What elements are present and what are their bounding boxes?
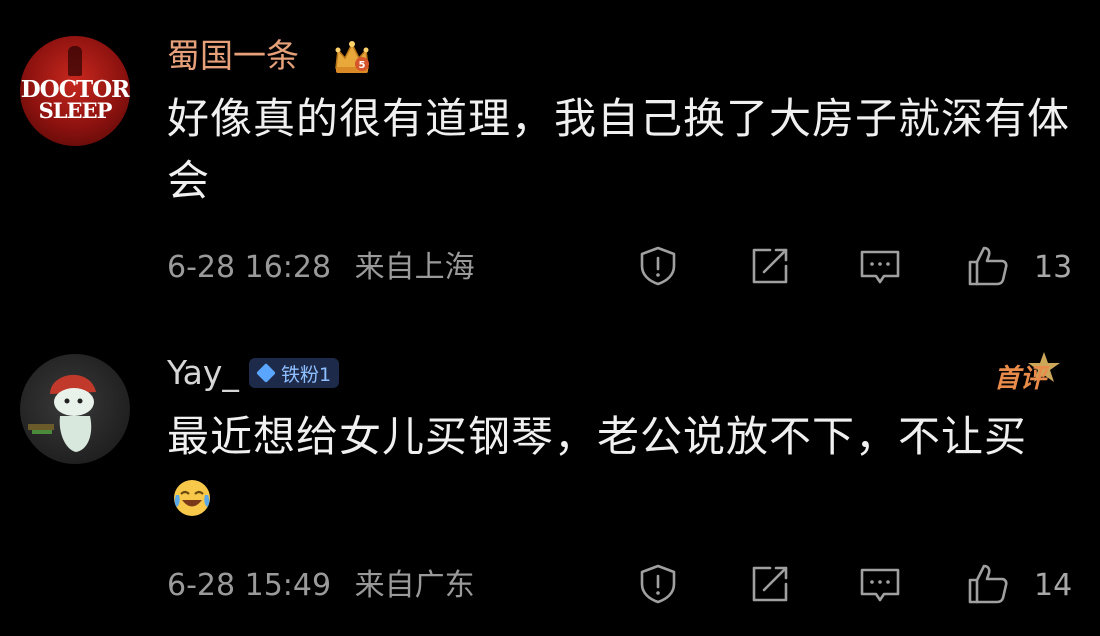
thumbs-up-icon[interactable] xyxy=(966,244,1010,288)
svg-text:5: 5 xyxy=(359,60,366,71)
comment-body: 好像真的很有道理，我自己换了大房子就深有体会 xyxy=(167,94,1071,205)
comment-location: 来自广东 xyxy=(354,568,475,603)
avatar[interactable] xyxy=(20,354,130,464)
username[interactable]: Yay_ xyxy=(167,353,239,393)
avatar-illustration xyxy=(28,374,96,452)
avatar-figure xyxy=(68,46,82,76)
comment-date: 6-28 16:28 xyxy=(167,250,332,285)
crying-laughing-emoji xyxy=(174,480,210,516)
comment-meta: 6-28 15:49 来自广东 xyxy=(167,566,475,606)
comment-item: Yay_ 铁粉1 首评 最近想给女儿买钢琴，老公说放不下，不让买 6-28 15… xyxy=(0,318,1100,636)
share-icon[interactable] xyxy=(748,562,792,606)
like-count: 13 xyxy=(1034,250,1073,285)
fan-badge-label: 铁粉1 xyxy=(281,363,332,386)
like-count: 14 xyxy=(1034,568,1073,603)
diamond-icon xyxy=(256,363,276,383)
username[interactable]: 蜀国一条 xyxy=(167,36,299,76)
fan-badge: 铁粉1 xyxy=(249,358,340,388)
comment-body: 最近想给女儿买钢琴，老公说放不下，不让买 xyxy=(167,406,1072,530)
report-icon[interactable] xyxy=(636,562,680,606)
comment-item: DOCTOR SLEEP 蜀国一条 5 好像真的很有道理，我自己换了大房子就深有… xyxy=(0,0,1100,318)
comment-icon[interactable] xyxy=(858,244,902,288)
share-icon[interactable] xyxy=(748,244,792,288)
comment-body-text: 最近想给女儿买钢琴，老公说放不下，不让买 xyxy=(167,412,1028,461)
avatar-title-line-2: SLEEP xyxy=(38,98,113,123)
report-icon[interactable] xyxy=(636,244,680,288)
first-comment-label: 首评 xyxy=(994,364,1047,394)
thumbs-up-icon[interactable] xyxy=(966,562,1010,606)
comment-meta: 6-28 16:28 来自上海 xyxy=(167,248,475,288)
crown-icon: 5 xyxy=(335,41,369,73)
first-comment-badge: 首评 xyxy=(994,352,1064,394)
comment-date: 6-28 15:49 xyxy=(167,568,332,603)
avatar[interactable]: DOCTOR SLEEP xyxy=(20,36,130,146)
comment-icon[interactable] xyxy=(858,562,902,606)
comment-location: 来自上海 xyxy=(354,250,475,285)
